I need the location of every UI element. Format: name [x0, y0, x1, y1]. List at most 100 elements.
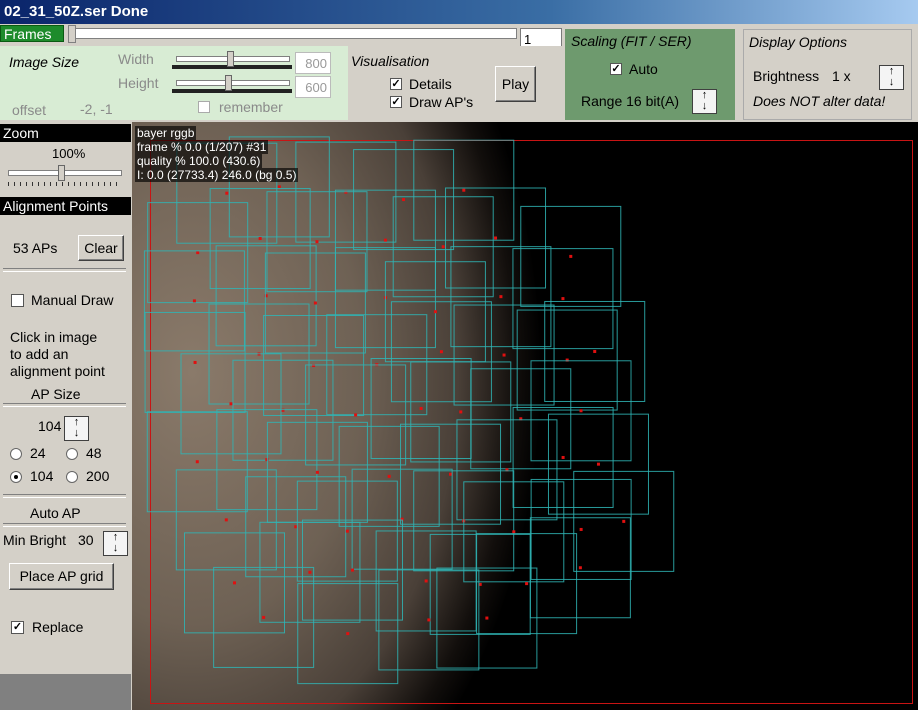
- brightness-value: 1 x: [832, 68, 851, 84]
- alignment-point-dot: [308, 570, 312, 574]
- ap-count: 53 APs: [13, 240, 58, 256]
- width-field[interactable]: 800: [295, 52, 331, 74]
- alignment-point-dot: [427, 618, 431, 622]
- ap-size-radio-24[interactable]: [10, 448, 22, 460]
- alignment-point-dot: [315, 470, 319, 474]
- window-title-bar: 02_31_50Z.ser Done: [0, 0, 918, 24]
- visualisation-title: Visualisation: [351, 53, 430, 69]
- alignment-point-dot: [569, 254, 573, 258]
- alignment-point-dot: [439, 350, 443, 354]
- image-viewport[interactable]: bayer rggb frame % 0.0 (1/207) #31 quali…: [132, 122, 918, 710]
- range-spinner[interactable]: ↑ ↓: [692, 89, 717, 114]
- alignment-point-dot: [195, 460, 199, 464]
- range-label: Range 16 bit(A): [581, 93, 680, 109]
- ap-size-radio-104[interactable]: [10, 471, 22, 483]
- ap-size-option-200: 200: [86, 468, 110, 484]
- image-size-title: Image Size: [9, 54, 80, 70]
- width-slider-thumb[interactable]: [227, 51, 234, 67]
- ap-hint: Click in image to add an alignment point: [10, 329, 105, 380]
- zoom-header: Zoom: [0, 124, 131, 142]
- replace-label: Replace: [32, 619, 84, 635]
- height-field[interactable]: 600: [295, 76, 331, 98]
- clear-aps-button[interactable]: Clear: [78, 235, 124, 261]
- separator: [3, 403, 126, 407]
- alignment-point-dot: [499, 295, 503, 299]
- info-line: frame % 0.0 (1/207) #31: [135, 140, 269, 154]
- alignment-point-dot: [315, 240, 319, 244]
- offset-label: offset: [12, 102, 46, 118]
- scaling-panel: Scaling (FIT / SER) ✓ Auto Range 16 bit(…: [565, 29, 735, 120]
- display-options-panel: Display Options Brightness 1 x ↑ ↓ Does N…: [743, 29, 912, 120]
- alignment-point-dot: [441, 245, 445, 249]
- alignment-point-overlay[interactable]: [132, 122, 918, 710]
- alignment-point-dot: [433, 310, 437, 314]
- alignment-point-dot: [561, 455, 565, 459]
- min-bright-spinner[interactable]: ↑ ↓: [103, 531, 128, 556]
- alignment-point-dot: [229, 402, 233, 406]
- alignment-point-dot: [593, 349, 597, 353]
- ap-hint-line: to add an: [10, 346, 69, 362]
- ap-size-value: 104: [38, 418, 62, 434]
- alignment-points-header: Alignment Points: [0, 197, 131, 215]
- frames-slider-thumb[interactable]: [68, 25, 76, 43]
- draw-aps-checkbox[interactable]: ✓: [390, 96, 402, 108]
- ap-size-spinner[interactable]: ↑ ↓: [64, 416, 89, 441]
- alignment-point-dot: [233, 581, 237, 585]
- offset-value: -2, -1: [80, 101, 113, 117]
- ap-size-radio-48[interactable]: [66, 448, 78, 460]
- alignment-point-dot: [277, 185, 281, 189]
- frames-slider[interactable]: [70, 28, 517, 39]
- ap-size-option-104: 104: [30, 468, 54, 484]
- zoom-slider-ticks: [8, 182, 120, 186]
- place-ap-grid-button[interactable]: Place AP grid: [9, 563, 114, 590]
- draw-aps-label: Draw AP's: [409, 94, 474, 110]
- alignment-point-dot: [424, 579, 428, 583]
- zoom-value: 100%: [52, 146, 86, 161]
- alignment-point-dot: [622, 519, 626, 523]
- alignment-point-dot: [525, 582, 529, 586]
- alignment-point-dot: [579, 409, 583, 413]
- display-note: Does NOT alter data!: [753, 93, 886, 109]
- auto-ap-label: Auto AP: [30, 505, 81, 521]
- window-title: 02_31_50Z.ser Done: [4, 3, 149, 20]
- zoom-slider-thumb[interactable]: [58, 165, 65, 181]
- alignment-point-dot: [485, 616, 489, 620]
- alignment-point-dot: [258, 237, 262, 241]
- alignment-point-dot: [225, 191, 229, 195]
- zoom-slider[interactable]: [8, 170, 122, 176]
- alignment-point-dot: [402, 198, 406, 202]
- details-checkbox[interactable]: ✓: [390, 78, 402, 90]
- remember-checkbox[interactable]: [198, 101, 210, 113]
- left-panel: Zoom 100% Alignment Points 53 APs Clear …: [0, 122, 131, 710]
- play-button[interactable]: Play: [495, 66, 536, 102]
- details-label: Details: [409, 76, 452, 92]
- info-line: bayer rggb: [135, 126, 197, 140]
- alignment-point-dot: [502, 353, 506, 357]
- min-bright-label: Min Bright: [3, 532, 67, 548]
- replace-checkbox[interactable]: ✓: [11, 621, 24, 634]
- height-slider-bar: [172, 89, 292, 93]
- auto-scaling-label: Auto: [629, 61, 658, 77]
- alignment-point-dot: [579, 527, 583, 531]
- alignment-point-dot: [262, 615, 266, 619]
- alignment-point-dot: [345, 529, 349, 533]
- scaling-title: Scaling (FIT / SER): [571, 33, 692, 49]
- alignment-point-dot: [561, 297, 565, 301]
- ap-size-radio-200[interactable]: [66, 471, 78, 483]
- alignment-point-dot: [494, 236, 498, 240]
- ap-size-label: AP Size: [31, 386, 81, 402]
- brightness-spinner[interactable]: ↑ ↓: [879, 65, 904, 90]
- info-line: I: 0.0 (27733.4) 246.0 (bg 0.5): [135, 168, 299, 182]
- display-options-title: Display Options: [749, 34, 848, 50]
- alignment-point-dot: [419, 406, 423, 410]
- separator: [3, 268, 126, 272]
- alignment-point-dot: [265, 458, 269, 462]
- auto-scaling-checkbox[interactable]: ✓: [610, 63, 622, 75]
- alignment-point-dot: [449, 472, 453, 476]
- height-slider[interactable]: [176, 80, 290, 86]
- height-slider-thumb[interactable]: [225, 75, 232, 91]
- manual-draw-checkbox[interactable]: [11, 294, 24, 307]
- alignment-point-dot: [294, 525, 298, 529]
- frames-label: Frames: [0, 25, 64, 42]
- ap-hint-line: alignment point: [10, 363, 105, 379]
